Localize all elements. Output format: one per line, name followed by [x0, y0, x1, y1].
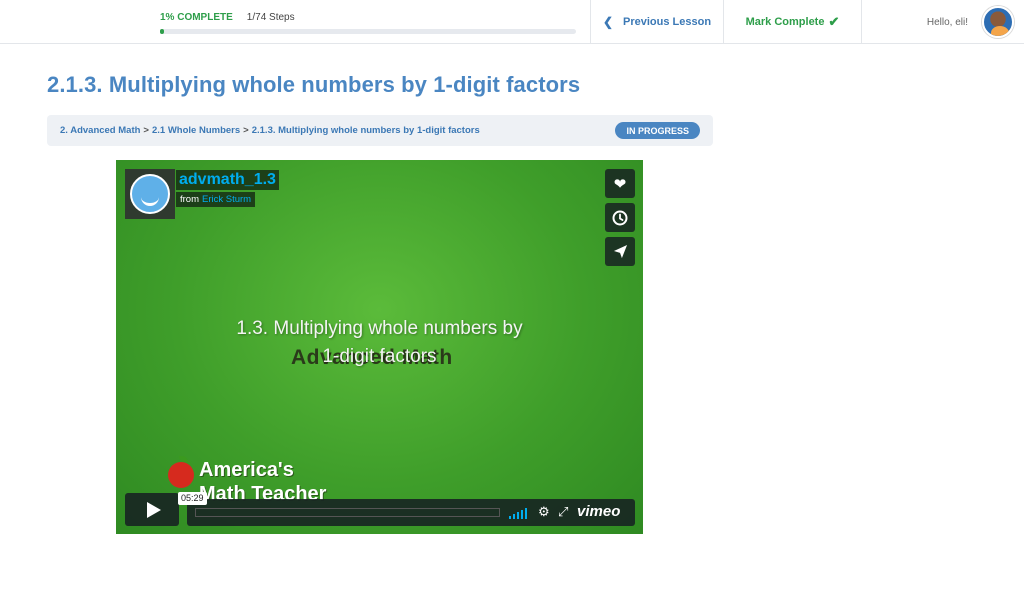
page-title: 2.1.3. Multiplying whole numbers by 1-di… — [47, 72, 581, 97]
channel-avatar[interactable] — [125, 169, 175, 219]
volume-bar — [521, 510, 523, 519]
caption-line-2: 1-digit factors — [322, 346, 437, 367]
chevron-left-icon: ❮ — [602, 15, 613, 29]
video-controls: ⚙ ⤢ vimeo — [187, 499, 635, 526]
video-byline: from Erick Sturm — [176, 192, 256, 207]
like-button[interactable]: ❤ — [605, 169, 635, 198]
gear-icon[interactable]: ⚙ — [538, 504, 550, 520]
clock-icon — [612, 210, 628, 225]
user-menu[interactable]: Hello, eli! — [861, 0, 1024, 44]
mark-complete-label: Mark Complete — [745, 16, 825, 28]
volume-control[interactable] — [509, 507, 531, 519]
vimeo-logo[interactable]: vimeo — [577, 503, 620, 520]
checkmark-icon: ✔ — [828, 14, 840, 29]
breadcrumb-topic[interactable]: 2.1.3. Multiplying whole numbers by 1-di… — [252, 125, 480, 136]
course-progress: 1% COMPLETE 1/74 Steps — [160, 12, 576, 34]
video-author-link[interactable]: Erick Sturm — [202, 194, 251, 205]
byline-from: from — [180, 194, 199, 205]
volume-bar — [525, 508, 527, 519]
caption-line-1: 1.3. Multiplying whole numbers by — [236, 318, 523, 339]
watch-later-button[interactable] — [605, 203, 635, 232]
progress-bar — [160, 29, 576, 34]
breadcrumb-separator: > — [243, 125, 249, 136]
video-title-link[interactable]: advmath_1.3 — [176, 170, 279, 190]
share-button[interactable] — [605, 237, 635, 266]
video-timeline[interactable] — [195, 508, 500, 517]
breadcrumb-course[interactable]: 2. Advanced Math — [60, 125, 140, 136]
previous-lesson-label: Previous Lesson — [623, 16, 712, 28]
status-badge: IN PROGRESS — [615, 122, 700, 139]
breadcrumb-lesson[interactable]: 2.1 Whole Numbers — [152, 125, 240, 136]
play-button[interactable] — [125, 493, 179, 526]
video-player[interactable]: Advanced Math advmath_1.3 from Erick Stur… — [116, 160, 643, 534]
heart-icon: ❤ — [613, 175, 627, 193]
fullscreen-icon[interactable]: ⤢ — [558, 504, 568, 520]
video-duration: 05:29 — [178, 492, 207, 505]
avatar[interactable] — [982, 6, 1014, 38]
play-icon — [146, 501, 161, 518]
volume-bar — [517, 512, 519, 519]
previous-lesson-button[interactable]: ❮ Previous Lesson — [590, 0, 723, 44]
progress-steps: 1/74 Steps — [246, 12, 295, 23]
volume-bar — [509, 516, 511, 519]
paper-plane-icon — [613, 244, 627, 259]
smiley-icon — [130, 174, 170, 214]
volume-bar — [513, 514, 515, 519]
top-bar: 1% COMPLETE 1/74 Steps ❮ Previous Lesson… — [0, 0, 1024, 44]
logo-line-1: America's — [199, 459, 294, 481]
video-frame-caption: 1.3. Multiplying whole numbers by 1-digi… — [116, 315, 643, 371]
user-greeting: Hello, eli! — [926, 16, 968, 28]
breadcrumb: 2. Advanced Math >2.1 Whole Numbers >2.1.3… — [47, 115, 713, 146]
progress-percent: 1% COMPLETE — [160, 12, 233, 23]
apple-icon — [168, 456, 194, 488]
breadcrumb-separator: > — [143, 125, 149, 136]
mark-complete-button[interactable]: Mark Complete ✔ — [723, 0, 861, 44]
progress-bar-fill — [160, 29, 165, 34]
